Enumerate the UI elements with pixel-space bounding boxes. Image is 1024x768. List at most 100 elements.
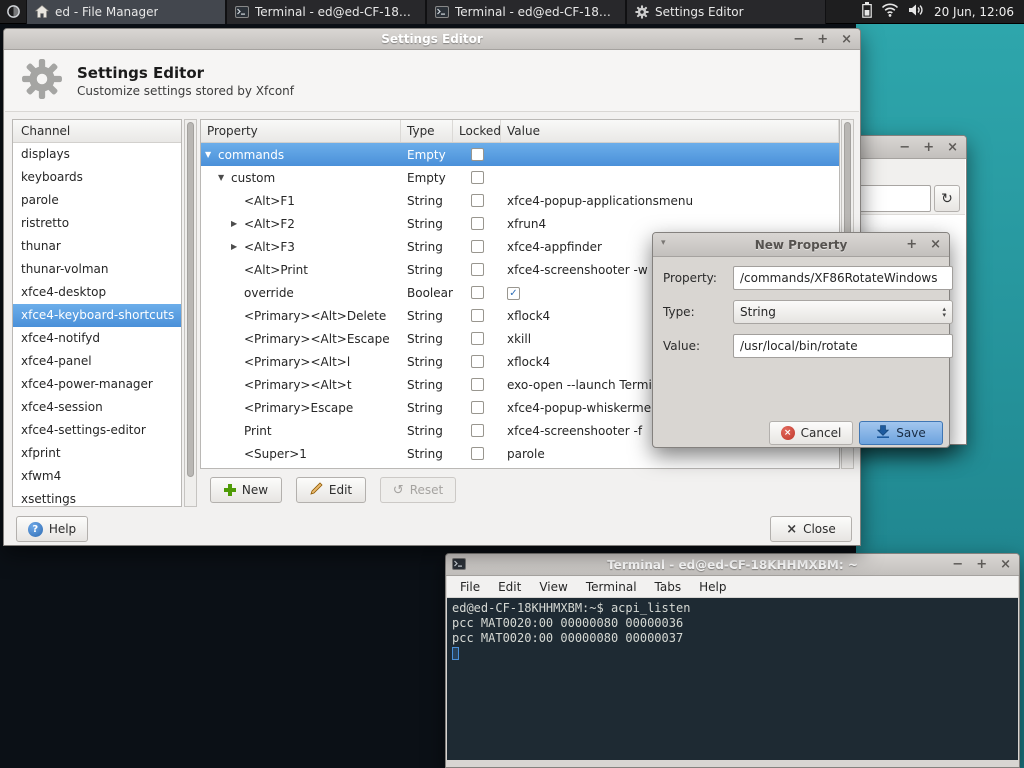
channel-item[interactable]: thunar-volman <box>13 258 181 281</box>
locked-checkbox[interactable] <box>471 148 484 161</box>
applications-menu-button[interactable] <box>0 0 26 24</box>
minimize-icon[interactable]: − <box>899 141 910 154</box>
locked-cell <box>453 286 501 299</box>
channel-column-header[interactable]: Channel <box>13 120 181 143</box>
locked-checkbox[interactable] <box>471 194 484 207</box>
expander-icon[interactable]: ▼ <box>218 173 231 182</box>
channel-item[interactable]: xfce4-session <box>13 396 181 419</box>
property-name: <Primary><Alt>Delete <box>244 309 386 323</box>
close-icon[interactable]: × <box>1000 558 1011 571</box>
locked-checkbox[interactable] <box>471 263 484 276</box>
gear-icon <box>635 5 649 19</box>
type-dropdown-value: String <box>740 305 776 319</box>
channel-item[interactable]: xfce4-desktop <box>13 281 181 304</box>
taskbar-button[interactable]: ed - File Manager <box>26 0 226 24</box>
wifi-icon[interactable] <box>881 3 899 20</box>
revert-icon: ↺ <box>393 483 404 498</box>
table-row[interactable]: ▼customEmpty <box>201 166 839 189</box>
property-input[interactable] <box>733 266 953 290</box>
menu-item-edit[interactable]: Edit <box>489 576 530 598</box>
column-header-value[interactable]: Value <box>501 120 839 142</box>
taskbar-button[interactable]: Terminal - ed@ed-CF-18KHH... <box>226 0 426 24</box>
clock[interactable]: 20 Jun, 12:06 <box>934 5 1024 19</box>
cancel-button[interactable]: × Cancel <box>769 421 853 445</box>
spinner-arrows-icon: ▴▾ <box>942 306 946 318</box>
home-icon <box>35 5 49 18</box>
table-row[interactable]: <Alt>F1Stringxfce4-popup-applicationsmen… <box>201 189 839 212</box>
locked-checkbox[interactable] <box>471 217 484 230</box>
dialog-titlebar[interactable]: ▾ New Property + × <box>653 233 949 257</box>
terminal-line: pcc MAT0020:00 00000080 00000036 <box>452 616 1013 631</box>
menu-item-help[interactable]: Help <box>690 576 735 598</box>
property-name: <Primary><Alt>Escape <box>244 332 390 346</box>
locked-checkbox[interactable] <box>471 401 484 414</box>
expander-icon[interactable]: ▶ <box>231 242 244 251</box>
taskbar-button[interactable]: Settings Editor <box>626 0 826 24</box>
column-header-type[interactable]: Type <box>401 120 453 142</box>
channel-item[interactable]: keyboards <box>13 166 181 189</box>
save-button[interactable]: Save <box>859 421 943 445</box>
menu-item-terminal[interactable]: Terminal <box>577 576 646 598</box>
value-input[interactable] <box>733 334 953 358</box>
taskbar-button[interactable]: Terminal - ed@ed-CF-18KHH... <box>426 0 626 24</box>
channel-item[interactable]: xfwm4 <box>13 465 181 488</box>
channel-item[interactable]: thunar <box>13 235 181 258</box>
terminal-screen[interactable]: ed@ed-CF-18KHHMXBM:~$ acpi_listenpcc MAT… <box>447 598 1018 760</box>
channel-item[interactable]: xfprint <box>13 442 181 465</box>
close-icon[interactable]: × <box>930 238 941 251</box>
locked-checkbox[interactable] <box>471 355 484 368</box>
new-property-dialog[interactable]: ▾ New Property + × Property: Type: Strin… <box>652 232 950 448</box>
reset-button[interactable]: ↺ Reset <box>380 477 456 503</box>
channel-scrollbar[interactable] <box>184 119 197 507</box>
help-button[interactable]: ? Help <box>16 516 88 542</box>
locked-checkbox[interactable] <box>471 309 484 322</box>
locked-checkbox[interactable] <box>471 171 484 184</box>
locked-checkbox[interactable] <box>471 424 484 437</box>
new-button[interactable]: New <box>210 477 282 503</box>
menu-item-file[interactable]: File <box>451 576 489 598</box>
close-icon[interactable]: × <box>947 141 958 154</box>
channel-item[interactable]: xfce4-keyboard-shortcuts <box>13 304 181 327</box>
channel-item[interactable]: parole <box>13 189 181 212</box>
close-button[interactable]: × Close <box>770 516 852 542</box>
maximize-icon[interactable]: + <box>923 141 934 154</box>
close-icon[interactable]: × <box>841 33 852 46</box>
type-dropdown[interactable]: String ▴▾ <box>733 300 953 324</box>
table-row[interactable]: ▼commandsEmpty <box>201 143 839 166</box>
terminal-titlebar[interactable]: Terminal - ed@ed-CF-18KHHMXBM: ~ − + × <box>446 554 1019 576</box>
edit-button[interactable]: Edit <box>296 477 366 503</box>
locked-checkbox[interactable] <box>471 332 484 345</box>
scrollbar-thumb[interactable] <box>187 122 194 477</box>
value-cell: xfrun4 <box>501 217 839 231</box>
settings-titlebar[interactable]: Settings Editor − + × <box>4 29 860 50</box>
menu-item-tabs[interactable]: Tabs <box>646 576 691 598</box>
window-menu-icon[interactable]: ▾ <box>661 233 666 254</box>
value-checkbox[interactable]: ✓ <box>507 287 520 300</box>
reload-button[interactable]: ↻ <box>934 185 960 212</box>
minimize-icon[interactable]: − <box>793 33 804 46</box>
locked-checkbox[interactable] <box>471 286 484 299</box>
maximize-icon[interactable]: + <box>817 33 828 46</box>
maximize-icon[interactable]: + <box>906 238 917 251</box>
column-header-locked[interactable]: Locked <box>453 120 501 142</box>
channel-item[interactable]: xfce4-power-manager <box>13 373 181 396</box>
volume-icon[interactable] <box>908 3 924 20</box>
minimize-icon[interactable]: − <box>952 558 963 571</box>
channel-item[interactable]: xsettings <box>13 488 181 507</box>
locked-checkbox[interactable] <box>471 447 484 460</box>
channel-item[interactable]: ristretto <box>13 212 181 235</box>
terminal-window[interactable]: Terminal - ed@ed-CF-18KHHMXBM: ~ − + × F… <box>445 553 1020 768</box>
save-button-label: Save <box>896 426 925 440</box>
channel-item[interactable]: xfce4-settings-editor <box>13 419 181 442</box>
channel-item[interactable]: displays <box>13 143 181 166</box>
maximize-icon[interactable]: + <box>976 558 987 571</box>
locked-checkbox[interactable] <box>471 378 484 391</box>
locked-checkbox[interactable] <box>471 240 484 253</box>
expander-icon[interactable]: ▼ <box>205 150 218 159</box>
menu-item-view[interactable]: View <box>530 576 576 598</box>
battery-icon[interactable] <box>862 2 872 21</box>
channel-item[interactable]: xfce4-notifyd <box>13 327 181 350</box>
expander-icon[interactable]: ▶ <box>231 219 244 228</box>
column-header-property[interactable]: Property <box>201 120 401 142</box>
channel-item[interactable]: xfce4-panel <box>13 350 181 373</box>
